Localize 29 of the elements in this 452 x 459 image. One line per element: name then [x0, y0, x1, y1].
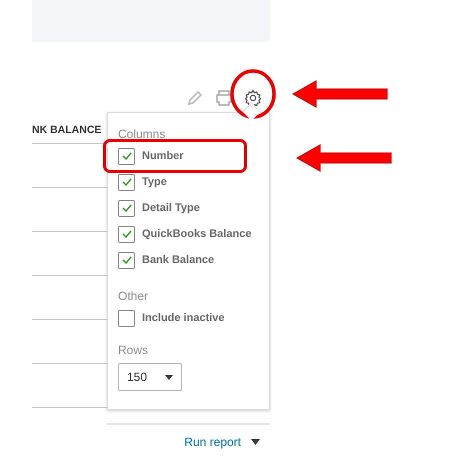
pencil-icon[interactable]	[186, 89, 204, 107]
check-icon	[122, 152, 132, 160]
checkbox-label[interactable]: QuickBooks Balance	[142, 226, 252, 242]
checkbox-label[interactable]: Include inactive	[142, 310, 225, 326]
checkbox-label[interactable]: Detail Type	[142, 200, 200, 216]
caret-icon	[165, 374, 173, 380]
section-heading: Rows	[118, 342, 150, 359]
checkbox[interactable]	[118, 174, 135, 190]
checkbox[interactable]	[118, 148, 135, 164]
check-icon	[122, 204, 132, 212]
checkbox-label[interactable]: Number	[142, 148, 184, 164]
checkbox-label[interactable]: Bank Balance	[142, 252, 214, 268]
caret-icon[interactable]	[251, 439, 260, 445]
check-icon	[122, 178, 132, 186]
checkbox[interactable]	[118, 200, 135, 216]
highlight-circle	[229, 68, 277, 120]
run-report-link[interactable]: Run report	[184, 433, 241, 451]
check-icon	[122, 230, 132, 238]
printer-icon[interactable]	[214, 89, 234, 107]
check-icon	[122, 256, 132, 264]
checkbox[interactable]	[118, 226, 135, 242]
checkbox[interactable]	[118, 252, 135, 268]
checkbox[interactable]	[118, 310, 135, 326]
settings-icon[interactable]	[244, 89, 262, 107]
section-heading: Columns	[118, 126, 166, 143]
rows-select[interactable]: 150	[118, 363, 182, 391]
column-header: NK BALANCE	[32, 122, 102, 138]
section-heading: Other	[118, 288, 150, 305]
checkbox-label[interactable]: Type	[142, 174, 167, 190]
